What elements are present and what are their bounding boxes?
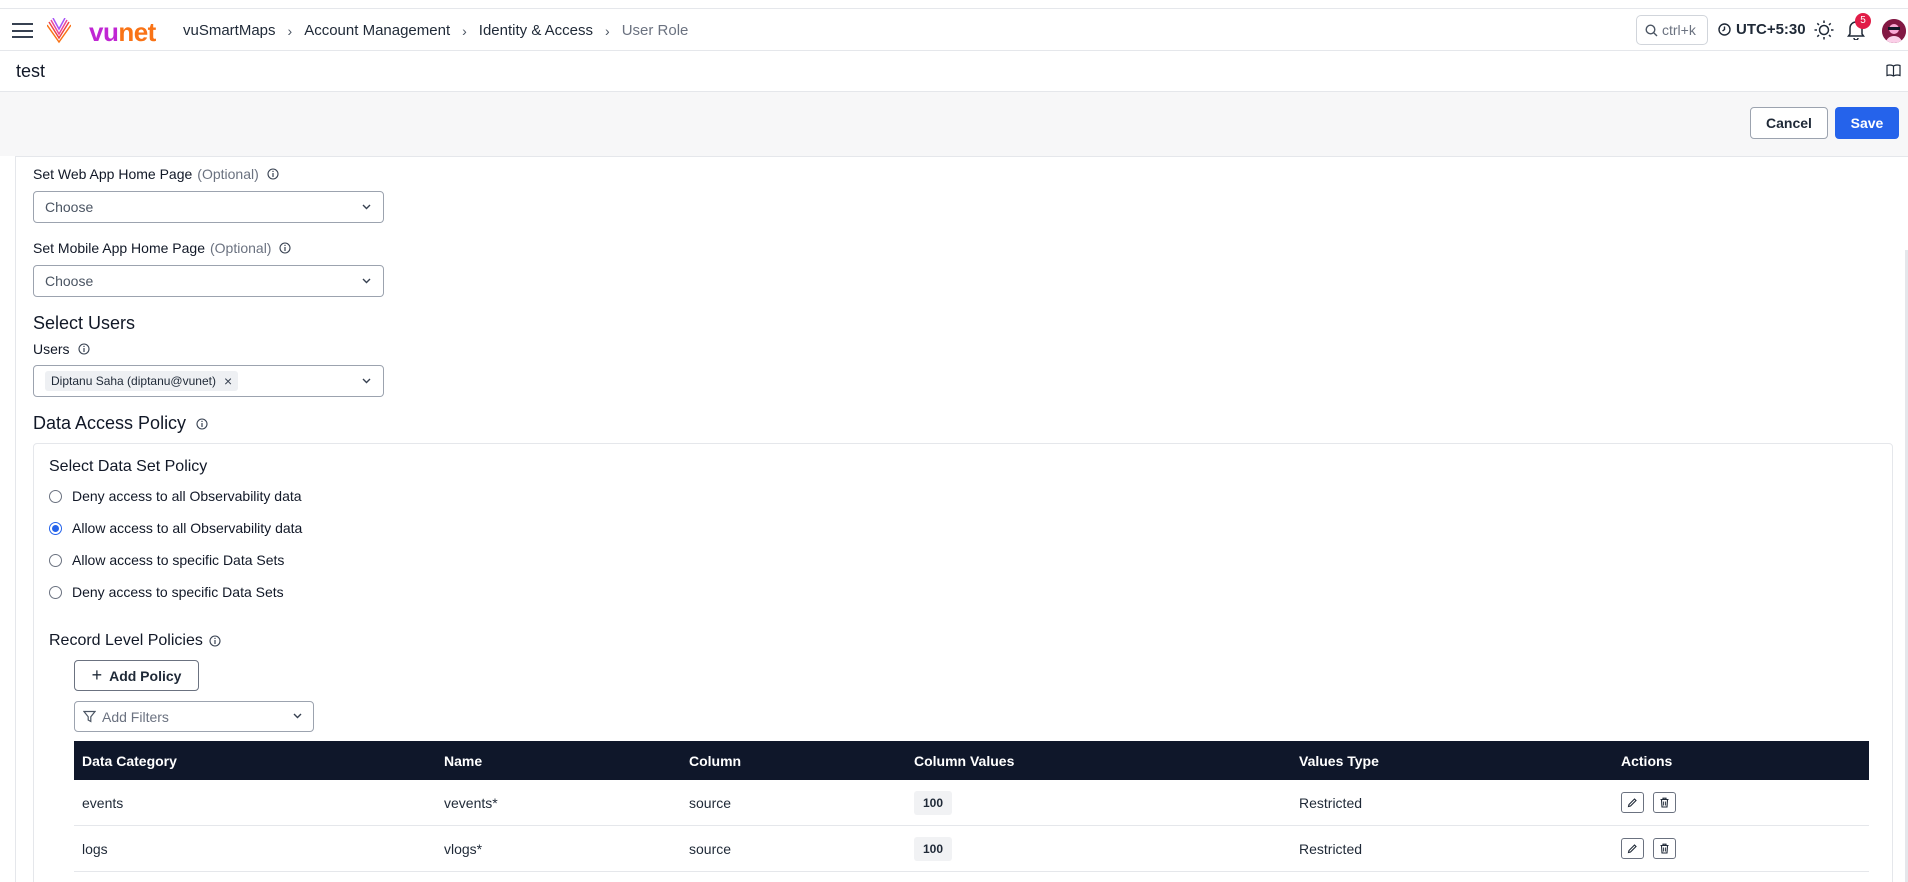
cancel-button[interactable]: Cancel [1750, 107, 1828, 139]
user-chip: Diptanu Saha (diptanu@vunet) × [45, 371, 239, 391]
cell-values-type: Restricted [1299, 794, 1363, 811]
web-home-label: Set Web App Home Page (Optional) [33, 166, 279, 182]
delete-button[interactable] [1652, 838, 1676, 859]
top-navbar: vunet vuSmartMaps › Account Management ›… [0, 8, 1908, 51]
edit-button[interactable] [1621, 792, 1644, 813]
breadcrumb-item[interactable]: Account Management [304, 22, 450, 39]
chevron-right-icon: › [462, 22, 467, 39]
column-header: Actions [1621, 752, 1673, 769]
row-actions [1621, 792, 1869, 813]
data-access-heading: Data Access Policy [33, 413, 208, 434]
users-label: Users [33, 341, 90, 357]
save-button[interactable]: Save [1835, 107, 1899, 139]
timezone-label: UTC+5:30 [1736, 21, 1806, 38]
row-actions [1621, 838, 1869, 859]
data-access-policy-box: Select Data Set Policy Deny access to al… [33, 443, 1893, 882]
cell-category: events [82, 794, 124, 811]
cell-column: source [689, 794, 732, 811]
radio-button[interactable] [49, 489, 62, 503]
logo-icon [47, 18, 71, 44]
form-panel: Set Web App Home Page (Optional) Choose S… [15, 156, 1908, 882]
filter-placeholder: Add Filters [102, 708, 169, 725]
value-pill: 100 [914, 836, 953, 861]
plus-icon: + [91, 665, 103, 685]
cell-values-type: Restricted [1299, 840, 1363, 857]
sun-icon[interactable] [1814, 20, 1834, 40]
mobile-home-value: Choose [45, 273, 94, 289]
cell-name: vevents* [444, 794, 498, 811]
info-icon[interactable] [267, 168, 279, 180]
radio-allow-all[interactable]: Allow access to all Observability data [49, 520, 302, 536]
action-bar: Cancel Save [0, 92, 1908, 156]
add-filters-select[interactable]: Add Filters [74, 701, 314, 732]
add-policy-button[interactable]: + Add Policy [74, 660, 199, 691]
search-icon [1645, 23, 1658, 36]
column-header: Column [689, 752, 742, 769]
mobile-home-select[interactable]: Choose [33, 265, 384, 297]
cell-name: vlogs* [444, 840, 483, 857]
delete-button[interactable] [1652, 792, 1676, 813]
web-home-value: Choose [45, 199, 94, 215]
table-row: events vevents* source 100 Restricted [74, 780, 1869, 826]
column-header: Data Category [82, 752, 177, 769]
filter-icon [83, 710, 96, 723]
radio-deny-all[interactable]: Deny access to all Observability data [49, 488, 302, 504]
users-select[interactable]: Diptanu Saha (diptanu@vunet) × [33, 365, 384, 397]
breadcrumb: vuSmartMaps › Account Management › Ident… [183, 22, 688, 39]
notification-badge: 5 [1855, 13, 1871, 29]
radio-button-selected[interactable] [49, 521, 62, 535]
record-policies-table: Data Category Name Column Column Values … [74, 741, 1869, 872]
mobile-home-label: Set Mobile App Home Page (Optional) [33, 240, 292, 256]
chevron-right-icon: › [605, 22, 610, 39]
pencil-icon [1627, 798, 1637, 808]
timezone-selector[interactable]: UTC+5:30 [1718, 21, 1806, 38]
radio-deny-specific[interactable]: Deny access to specific Data Sets [49, 584, 284, 600]
book-icon[interactable] [1886, 64, 1901, 77]
search-shortcut: ctrl+k [1662, 22, 1696, 38]
column-header: Values Type [1299, 752, 1379, 769]
dataset-policy-heading: Select Data Set Policy [49, 458, 208, 475]
user-chip-label: Diptanu Saha (diptanu@vunet) [51, 374, 216, 388]
avatar[interactable] [1882, 19, 1906, 43]
edit-button[interactable] [1621, 838, 1644, 859]
info-icon[interactable] [196, 417, 208, 430]
radio-allow-specific[interactable]: Allow access to specific Data Sets [49, 552, 284, 568]
table-header: Data Category Name Column Column Values … [74, 741, 1869, 780]
radio-button[interactable] [49, 585, 62, 599]
select-users-heading: Select Users [33, 313, 136, 333]
breadcrumb-item[interactable]: vuSmartMaps [183, 22, 276, 39]
remove-chip-icon[interactable]: × [224, 373, 232, 389]
page-title: test [16, 61, 46, 81]
breadcrumb-item[interactable]: Identity & Access [479, 22, 593, 39]
value-pill: 100 [914, 790, 953, 815]
chevron-down-icon [362, 204, 371, 210]
column-header: Name [444, 752, 483, 769]
trash-icon [1660, 797, 1669, 808]
logo-text: vunet [89, 17, 156, 47]
table-row: logs vlogs* source 100 Restricted [74, 826, 1869, 872]
chevron-down-icon [362, 378, 371, 384]
record-policies-heading: Record Level Policies [49, 632, 221, 650]
menu-icon[interactable] [12, 23, 33, 38]
page-header: test [0, 52, 1908, 92]
trash-icon [1660, 843, 1669, 854]
info-icon[interactable] [279, 242, 292, 254]
column-header: Column Values [914, 752, 1015, 769]
clock-icon [1718, 23, 1731, 36]
search-button[interactable]: ctrl+k [1636, 15, 1708, 45]
chevron-right-icon: › [287, 22, 293, 39]
info-icon[interactable] [78, 343, 90, 355]
radio-button[interactable] [49, 553, 62, 567]
cell-category: logs [82, 840, 108, 857]
chevron-down-icon [362, 278, 371, 284]
web-home-select[interactable]: Choose [33, 191, 384, 223]
breadcrumb-current: User Role [621, 22, 689, 39]
info-icon[interactable] [209, 635, 221, 647]
chevron-down-icon [293, 713, 302, 719]
cell-column: source [689, 840, 732, 857]
pencil-icon [1627, 844, 1637, 854]
